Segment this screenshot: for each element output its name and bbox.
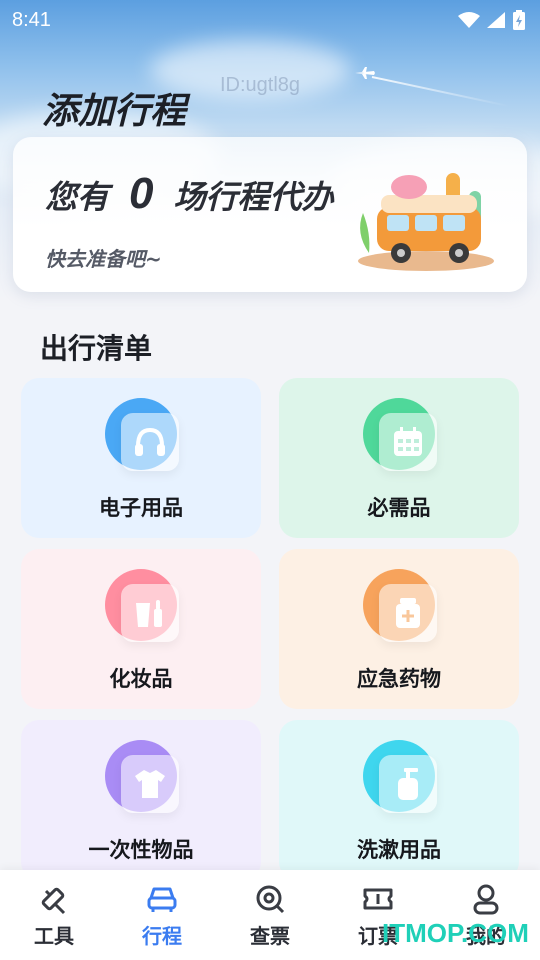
todo-count: 0 xyxy=(129,169,154,218)
tshirt-icon xyxy=(121,755,179,813)
checklist-tile[interactable]: 一次性物品 xyxy=(21,720,261,880)
checklist-tile[interactable]: 电子用品 xyxy=(21,378,261,538)
id-watermark: ID:ugtl8g xyxy=(220,74,301,96)
checklist-tile-label: 电子用品 xyxy=(99,496,183,520)
checklist-tile-label: 一次性物品 xyxy=(88,838,194,862)
checklist-tile-label: 应急药物 xyxy=(357,667,441,691)
todo-summary: 您有 0 场行程代办 xyxy=(45,169,334,219)
checklist-tile[interactable]: 化妆品 xyxy=(21,549,261,709)
todo-subtitle: 快去准备吧~ xyxy=(45,247,162,271)
status-bar: 8:41 xyxy=(0,0,540,40)
checklist-tile[interactable]: 洗漱用品 xyxy=(279,720,519,880)
car-icon xyxy=(147,887,177,912)
status-icons xyxy=(458,10,526,30)
todo-suffix: 场行程代办 xyxy=(173,178,334,216)
search-ticket-icon xyxy=(256,885,285,914)
ticket-icon xyxy=(363,888,393,910)
wifi-icon xyxy=(458,12,480,28)
todo-prefix: 您有 xyxy=(45,178,110,216)
checklist-tile[interactable]: 应急药物 xyxy=(279,549,519,709)
medicine-kit-icon xyxy=(379,584,437,642)
checklist-title: 出行清单 xyxy=(40,332,153,365)
tab-label: 查票 xyxy=(250,924,290,948)
tab-check-tickets[interactable]: 查票 xyxy=(225,882,315,949)
tab-tools[interactable]: 工具 xyxy=(9,882,99,949)
site-watermark: ITMOP.COM xyxy=(382,918,529,948)
tab-trips[interactable]: 行程 xyxy=(117,882,207,949)
camper-van-illustration xyxy=(358,173,494,271)
user-icon xyxy=(473,884,499,915)
airplane-icon xyxy=(355,67,375,79)
tab-label: 工具 xyxy=(34,924,74,948)
checklist-tile-label: 化妆品 xyxy=(109,667,173,691)
status-time: 8:41 xyxy=(12,8,51,31)
tab-label: 行程 xyxy=(142,924,182,948)
headphones-icon xyxy=(121,413,179,471)
checklist-tile[interactable]: 必需品 xyxy=(279,378,519,538)
checklist-tile-label: 必需品 xyxy=(367,496,431,520)
checklist-tile-label: 洗漱用品 xyxy=(357,838,441,862)
calendar-icon xyxy=(379,413,437,471)
trip-todo-card[interactable]: 您有 0 场行程代办 快去准备吧~ xyxy=(13,137,527,292)
signal-icon xyxy=(487,12,505,28)
tools-icon xyxy=(41,887,66,915)
soap-bottle-icon xyxy=(379,755,437,813)
page-title: 添加行程 xyxy=(42,91,187,132)
battery-icon xyxy=(513,10,525,30)
cosmetics-icon xyxy=(121,584,179,642)
